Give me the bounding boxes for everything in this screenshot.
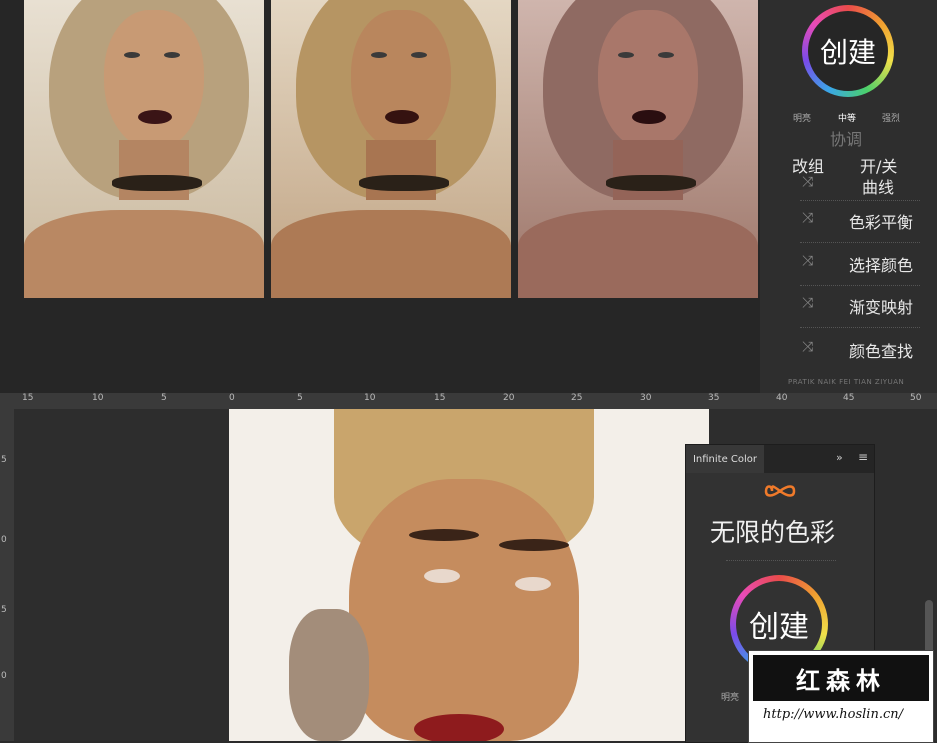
panel-menu-icon[interactable]: ≡ bbox=[858, 450, 868, 464]
ruler-tick: 15 bbox=[22, 393, 34, 403]
ruler-tick: 40 bbox=[776, 393, 788, 403]
shuffle-icon[interactable]: ⤨ bbox=[802, 295, 813, 311]
expand-icon[interactable]: » bbox=[836, 451, 843, 464]
watermark: 红森林 http://www.hoslin.cn/ bbox=[748, 650, 934, 743]
menu-item-gradient-map[interactable]: 渐变映射 bbox=[849, 294, 913, 318]
divider bbox=[800, 327, 920, 328]
menu-item-color-balance[interactable]: 色彩平衡 bbox=[849, 209, 913, 233]
ruler-tick: 5 bbox=[161, 393, 167, 403]
menu-item-selective-color[interactable]: 选择颜色 bbox=[849, 252, 913, 276]
ruler-tick: 10 bbox=[364, 393, 376, 403]
ruler-tick: 35 bbox=[708, 393, 720, 403]
ruler-tick: 45 bbox=[843, 393, 855, 403]
divider bbox=[800, 242, 920, 243]
adjustments-panel: 创建 明亮 中等 强烈 协调 改组 开/关 ⤨ 曲线 ⤨ 色彩平衡 ⤨ 选择颜色… bbox=[760, 0, 937, 393]
divider bbox=[800, 285, 920, 286]
shuffle-icon[interactable]: ⤨ bbox=[802, 210, 813, 226]
ruler-tick: 50 bbox=[910, 393, 922, 403]
ruler-tick: 5 bbox=[1, 605, 7, 615]
menu-item-color-lookup[interactable]: 颜色查找 bbox=[849, 338, 913, 362]
ruler-tick: 0 bbox=[229, 393, 235, 403]
preview-image-harmonized[interactable] bbox=[271, 0, 511, 298]
ruler-tick: 0 bbox=[1, 671, 7, 681]
segment-bright[interactable]: 明亮 bbox=[721, 690, 739, 703]
ruler-tick: 25 bbox=[571, 393, 583, 403]
create-button[interactable]: 创建 bbox=[802, 5, 894, 97]
ruler-tick: 5 bbox=[1, 455, 7, 465]
ruler-tick: 20 bbox=[503, 393, 515, 403]
watermark-url: http://www.hoslin.cn/ bbox=[763, 707, 903, 722]
horizontal-ruler: 15 10 5 0 5 10 15 20 25 30 35 40 45 50 bbox=[0, 393, 937, 409]
divider bbox=[726, 560, 836, 561]
segment-bright[interactable]: 明亮 bbox=[793, 111, 811, 124]
preview-image-toned[interactable] bbox=[518, 0, 758, 298]
watermark-title: 红森林 bbox=[796, 666, 886, 695]
ruler-tick: 30 bbox=[640, 393, 652, 403]
shuffle-icon[interactable]: ⤨ bbox=[802, 174, 813, 190]
ruler-tick: 5 bbox=[297, 393, 303, 403]
divider bbox=[800, 200, 920, 201]
panel-tabbar: Infinite Color » ≡ bbox=[686, 445, 874, 473]
preview-image-original[interactable] bbox=[24, 0, 264, 298]
ruler-tick: 15 bbox=[434, 393, 446, 403]
infinity-logo-icon bbox=[764, 485, 796, 497]
credit-text: PRATIK NAIK FEI TIAN ZIYUAN bbox=[788, 378, 905, 386]
segment-strong[interactable]: 强烈 bbox=[882, 111, 900, 124]
panel-title: 无限的色彩 bbox=[710, 518, 836, 547]
create-label: 创建 bbox=[808, 11, 888, 91]
segment-medium[interactable]: 中等 bbox=[838, 111, 856, 124]
ruler-tick: 0 bbox=[1, 535, 7, 545]
shuffle-icon[interactable]: ⤨ bbox=[802, 253, 813, 269]
shuffle-icon[interactable]: ⤨ bbox=[802, 339, 813, 355]
section-title: 协调 bbox=[830, 130, 863, 149]
document-image[interactable] bbox=[229, 409, 709, 741]
tab-infinite-color[interactable]: Infinite Color bbox=[686, 445, 764, 473]
ruler-tick: 10 bbox=[92, 393, 104, 403]
menu-item-curves[interactable]: 曲线 bbox=[862, 174, 894, 198]
vertical-ruler: 5 0 5 0 bbox=[0, 409, 14, 741]
top-preview-area: 创建 明亮 中等 强烈 协调 改组 开/关 ⤨ 曲线 ⤨ 色彩平衡 ⤨ 选择颜色… bbox=[0, 0, 937, 393]
